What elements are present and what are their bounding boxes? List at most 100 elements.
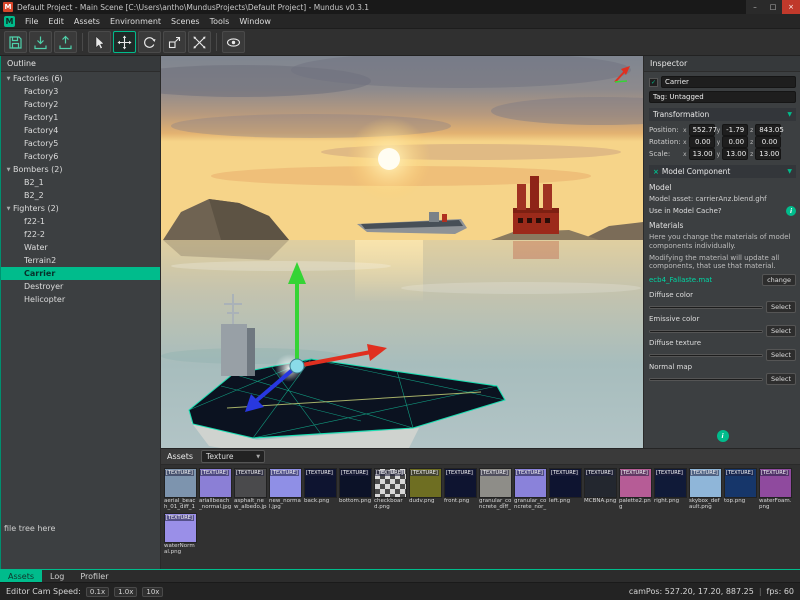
texture-thumbnail[interactable]: [TEXTURE] — [619, 468, 652, 498]
tree-item[interactable]: Factory4 — [1, 124, 160, 137]
texture-asset[interactable]: [TEXTURE] right.png — [654, 468, 687, 511]
z-input[interactable]: 0.00 — [755, 136, 781, 148]
tree-item[interactable]: B2_1 — [1, 176, 160, 189]
expand-arrow-icon[interactable]: ▼ — [4, 206, 13, 212]
bottom-tab[interactable]: Log — [42, 570, 72, 582]
material-link[interactable]: ecb4_Fallaste.mat — [649, 276, 712, 284]
expand-arrow-icon[interactable]: ▼ — [4, 167, 13, 173]
rotate-tool-button[interactable] — [138, 31, 161, 53]
menu-item[interactable]: Window — [234, 17, 276, 26]
texture-thumbnail[interactable]: [TEXTURE] — [444, 468, 477, 498]
texture-thumbnail[interactable]: [TEXTURE] — [724, 468, 757, 498]
material-field-bar[interactable] — [649, 378, 763, 381]
select-tool-button[interactable] — [88, 31, 111, 53]
texture-thumbnail[interactable]: [TEXTURE] — [409, 468, 442, 498]
material-field-bar[interactable] — [649, 306, 763, 309]
texture-asset[interactable]: [TEXTURE] checkboard.png — [374, 468, 407, 511]
menu-item[interactable]: File — [20, 17, 43, 26]
tree-item[interactable]: ▼ Factories (6) — [1, 72, 160, 85]
texture-thumbnail[interactable]: [TEXTURE] — [164, 468, 197, 498]
texture-asset[interactable]: [TEXTURE] bottom.png — [339, 468, 372, 511]
remove-component-icon[interactable]: × — [653, 168, 659, 176]
save-button[interactable] — [4, 31, 27, 53]
texture-asset[interactable]: [TEXTURE] ariallbeach_normal.jpg — [199, 468, 232, 511]
assets-panel-tab[interactable]: Assets — [167, 452, 193, 461]
select-button[interactable]: Select — [766, 325, 796, 337]
texture-thumbnail[interactable]: [TEXTURE] — [269, 468, 302, 498]
x-input[interactable]: 552.77 — [689, 124, 715, 136]
texture-thumbnail[interactable]: [TEXTURE] — [339, 468, 372, 498]
tree-item[interactable]: Carrier — [1, 267, 160, 280]
tree-item[interactable]: B2_2 — [1, 189, 160, 202]
texture-asset[interactable]: [TEXTURE] waterNormal.png — [164, 513, 197, 556]
tree-item[interactable]: Helicopter — [1, 293, 160, 306]
global-space-toggle-button[interactable] — [188, 31, 211, 53]
bottom-tab[interactable]: Profiler — [72, 570, 116, 582]
tree-item[interactable]: Factory6 — [1, 150, 160, 163]
z-input[interactable]: 13.00 — [755, 148, 781, 160]
menu-item[interactable]: Edit — [43, 17, 69, 26]
tree-item[interactable]: Factory1 — [1, 111, 160, 124]
menu-item[interactable]: Scenes — [166, 17, 205, 26]
tree-item[interactable]: Terrain2 — [1, 254, 160, 267]
move-tool-button[interactable] — [113, 31, 136, 53]
bottom-tab[interactable]: Assets — [0, 570, 42, 582]
close-button[interactable]: × — [782, 0, 800, 14]
menu-item[interactable]: Environment — [105, 17, 166, 26]
name-field[interactable]: Carrier — [661, 76, 796, 88]
scale-tool-button[interactable] — [163, 31, 186, 53]
import-button[interactable] — [29, 31, 52, 53]
x-input[interactable]: 13.00 — [689, 148, 715, 160]
tree-item[interactable]: f22-1 — [1, 215, 160, 228]
menu-item[interactable]: Tools — [205, 17, 235, 26]
expand-arrow-icon[interactable]: ▼ — [4, 76, 13, 82]
chevron-down-icon[interactable]: ▼ — [787, 111, 792, 118]
material-field-bar[interactable] — [649, 330, 763, 333]
viewport-canvas[interactable] — [161, 56, 643, 448]
texture-thumbnail[interactable]: [TEXTURE] — [374, 468, 407, 498]
change-material-button[interactable]: change — [762, 274, 796, 286]
asset-type-dropdown[interactable]: Texture ▼ — [201, 450, 265, 463]
cam-speed-1x-button[interactable]: 1.0x — [114, 587, 137, 597]
texture-asset[interactable]: [TEXTURE] waterFoam.png — [759, 468, 792, 511]
tree-item[interactable]: Factory3 — [1, 85, 160, 98]
texture-asset[interactable]: [TEXTURE] aerial_beach_01_diff_1k.jpg — [164, 468, 197, 511]
y-input[interactable]: 13.00 — [722, 148, 748, 160]
minimize-button[interactable]: – — [746, 0, 764, 14]
select-button[interactable]: Select — [766, 301, 796, 313]
texture-thumbnail[interactable]: [TEXTURE] — [549, 468, 582, 498]
select-button[interactable]: Select — [766, 373, 796, 385]
tree-item[interactable]: ▼ Bombers (2) — [1, 163, 160, 176]
texture-thumbnail[interactable]: [TEXTURE] — [199, 468, 232, 498]
texture-asset[interactable]: [TEXTURE] granular_concrete_nor_gl_1k.jp… — [514, 468, 547, 511]
texture-asset[interactable]: [TEXTURE] dudv.png — [409, 468, 442, 511]
transformation-header[interactable]: Transformation ▼ — [649, 108, 796, 121]
z-input[interactable]: 843.05 — [755, 124, 781, 136]
texture-thumbnail[interactable]: [TEXTURE] — [759, 468, 792, 498]
menu-item[interactable]: Assets — [69, 17, 105, 26]
x-input[interactable]: 0.00 — [689, 136, 715, 148]
texture-thumbnail[interactable]: [TEXTURE] — [514, 468, 547, 498]
tree-item[interactable]: Factory5 — [1, 137, 160, 150]
tree-item[interactable]: Factory2 — [1, 98, 160, 111]
texture-asset[interactable]: [TEXTURE] asphalt_new_albedo.jpg — [234, 468, 267, 511]
tree-item[interactable]: ▼ Fighters (2) — [1, 202, 160, 215]
tree-item[interactable]: Destroyer — [1, 280, 160, 293]
texture-thumbnail[interactable]: [TEXTURE] — [234, 468, 267, 498]
texture-thumbnail[interactable]: [TEXTURE] — [689, 468, 722, 498]
chevron-down-icon[interactable]: ▼ — [787, 168, 792, 175]
cam-speed-01x-button[interactable]: 0.1x — [86, 587, 109, 597]
model-component-header[interactable]: × Model Component ▼ — [649, 165, 796, 178]
texture-asset[interactable]: [TEXTURE] top.png — [724, 468, 757, 511]
texture-thumbnail[interactable]: [TEXTURE] — [479, 468, 512, 498]
texture-thumbnail[interactable]: [TEXTURE] — [164, 513, 197, 543]
texture-asset[interactable]: [TEXTURE] skybox_default.png — [689, 468, 722, 511]
y-input[interactable]: 0.00 — [722, 136, 748, 148]
texture-thumbnail[interactable]: [TEXTURE] — [304, 468, 337, 498]
y-input[interactable]: -1.79 — [722, 124, 748, 136]
texture-asset[interactable]: [TEXTURE] left.png — [549, 468, 582, 511]
info-icon[interactable]: i — [786, 206, 796, 216]
tag-field[interactable]: Tag: Untagged — [649, 91, 796, 103]
texture-thumbnail[interactable]: [TEXTURE] — [654, 468, 687, 498]
info-icon[interactable]: i — [717, 430, 729, 442]
